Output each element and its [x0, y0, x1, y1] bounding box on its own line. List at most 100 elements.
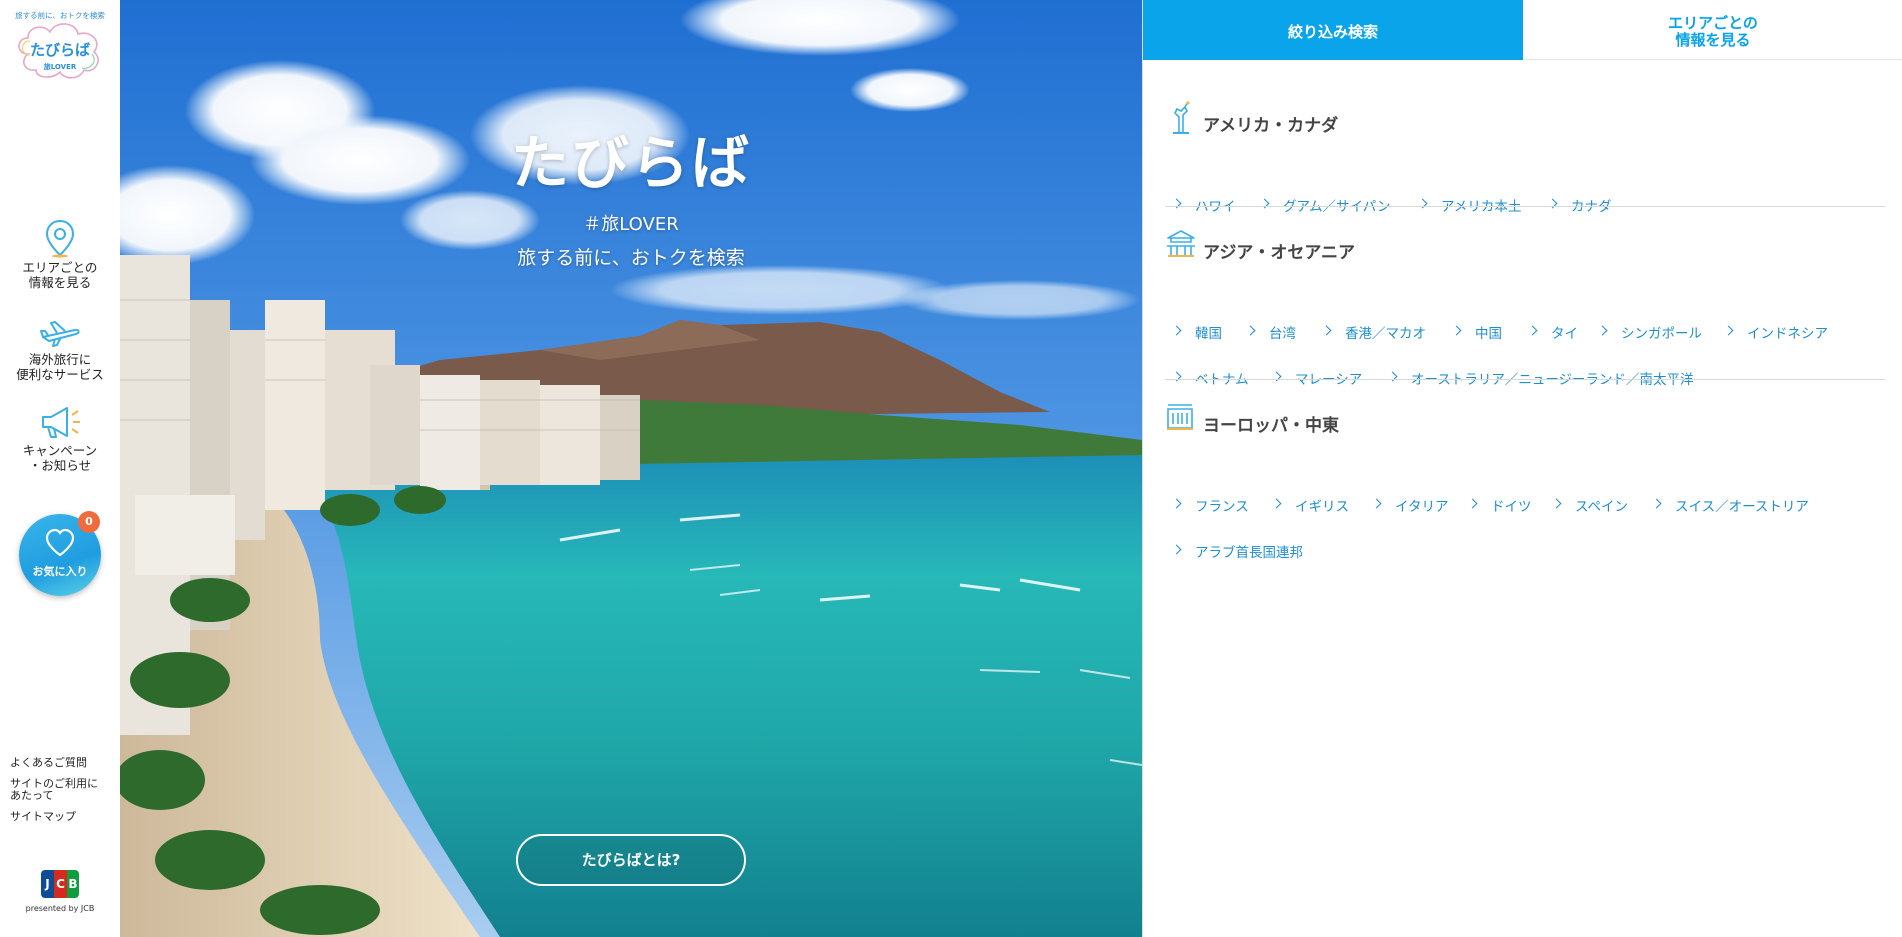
hero-hashtag: ＃旅LOVER — [583, 214, 679, 235]
link-us-mainland[interactable]: アメリカ本土 — [1417, 195, 1522, 215]
link-label: 韓国 — [1195, 326, 1222, 342]
logo-sub: 旅LOVER — [43, 63, 77, 71]
chevron-right-icon — [1723, 325, 1734, 336]
favorites-count-badge: 0 — [78, 511, 100, 533]
nav-area-info[interactable]: エリアごとの 情報を見る — [0, 218, 120, 290]
link-label: シンガポール — [1621, 326, 1702, 342]
link-thailand[interactable]: タイ — [1527, 322, 1578, 342]
nav-campaign-news[interactable]: キャンペーン ・お知らせ — [0, 403, 120, 473]
link-hongkong-macau[interactable]: 香港／マカオ — [1321, 322, 1426, 342]
link-label: マレーシア — [1295, 372, 1363, 388]
link-switzerland-austria[interactable]: スイス／オーストリア — [1651, 495, 1809, 515]
chevron-right-icon — [1371, 498, 1382, 509]
heart-icon — [45, 528, 75, 557]
region-header: ヨーロッパ・中東 — [1165, 401, 1885, 436]
link-label: ドイツ — [1491, 499, 1532, 515]
hero-subtitle: 旅する前に、おトクを検索 — [517, 247, 745, 269]
chevron-right-icon — [1271, 498, 1282, 509]
presented-by-text: presented by JCB — [25, 904, 95, 913]
sitemap-link[interactable]: サイトマップ — [10, 811, 115, 823]
airplane-icon — [40, 321, 80, 347]
panel-tabs: 絞り込み検索 エリアごとの 情報を見る — [1143, 0, 1902, 60]
link-spain[interactable]: スペイン — [1551, 495, 1628, 515]
left-sidebar: 旅する前に、おトクを検索 たびらば 旅LOVER エリアごとの 情報を見る 海外… — [0, 0, 120, 937]
link-label: ベトナム — [1195, 372, 1249, 388]
chevron-right-icon — [1245, 325, 1256, 336]
link-malaysia[interactable]: マレーシア — [1271, 368, 1363, 388]
region-asia-oceania: アジア・オセアニア 韓国 台湾 香港／マカオ 中国 タイ シンガポール インドネ… — [1165, 228, 1885, 388]
link-label: アラブ首長国連邦 — [1195, 545, 1303, 561]
jcb-letter-b: B — [67, 870, 79, 898]
region-header: アメリカ・カナダ — [1165, 101, 1885, 136]
site-usage-link[interactable]: サイトのご利用に あたって — [10, 778, 115, 802]
jcb-logo: J C B — [41, 870, 79, 898]
region-title: ヨーロッパ・中東 — [1203, 416, 1339, 436]
map-pin-icon — [45, 219, 75, 258]
link-korea[interactable]: 韓国 — [1171, 322, 1222, 342]
about-tabiraba-button[interactable]: たびらばとは? — [516, 834, 746, 886]
divider — [1165, 379, 1885, 380]
chevron-right-icon — [1597, 325, 1608, 336]
logo-title: たびらば — [29, 41, 90, 59]
hero-section: たびらば ＃旅LOVER 旅する前に、おトクを検索 たびらばとは? — [120, 0, 1142, 937]
link-label: イタリア — [1395, 499, 1449, 515]
chevron-right-icon — [1171, 325, 1182, 336]
link-italy[interactable]: イタリア — [1371, 495, 1449, 515]
footer-links: よくあるご質問 サイトのご利用に あたって サイトマップ — [10, 757, 115, 832]
link-hawaii[interactable]: ハワイ — [1171, 195, 1236, 215]
link-indonesia[interactable]: インドネシア — [1723, 322, 1828, 342]
chevron-right-icon — [1651, 498, 1662, 509]
chevron-right-icon — [1171, 498, 1182, 509]
megaphone-icon — [42, 407, 80, 438]
tab-filter-search[interactable]: 絞り込み検索 — [1143, 0, 1523, 60]
chevron-right-icon — [1551, 498, 1562, 509]
link-vietnam[interactable]: ベトナム — [1171, 368, 1249, 388]
tab-area-info[interactable]: エリアごとの 情報を見る — [1523, 0, 1902, 60]
link-uae[interactable]: アラブ首長国連邦 — [1171, 541, 1303, 561]
link-france[interactable]: フランス — [1171, 495, 1249, 515]
link-singapore[interactable]: シンガポール — [1597, 322, 1702, 342]
european-building-icon — [1167, 404, 1193, 430]
link-label: オーストラリア／ニュージーランド／南太平洋 — [1411, 372, 1694, 388]
jcb-presented[interactable]: J C B presented by JCB — [0, 870, 120, 913]
link-uk[interactable]: イギリス — [1271, 495, 1349, 515]
link-guam-saipan[interactable]: グアム／サイパン — [1259, 195, 1391, 215]
link-label: タイ — [1551, 326, 1578, 342]
jcb-letter-c: C — [54, 870, 67, 898]
link-label: イギリス — [1295, 499, 1349, 515]
asian-temple-icon — [1167, 230, 1195, 257]
region-title: アジア・オセアニア — [1203, 243, 1355, 263]
link-label: フランス — [1195, 499, 1249, 515]
favorites-label: お気に入り — [32, 565, 88, 578]
link-label: 香港／マカオ — [1345, 326, 1426, 342]
link-label: アメリカ本土 — [1441, 199, 1522, 215]
search-panel: 絞り込み検索 エリアごとの 情報を見る アメリカ・カナダ ハワイ グアム／サイパ… — [1142, 0, 1902, 937]
hero-title: たびらば — [510, 129, 751, 197]
link-label: インドネシア — [1747, 326, 1828, 342]
link-australia-nz-pacific[interactable]: オーストラリア／ニュージーランド／南太平洋 — [1387, 368, 1694, 388]
link-label: ハワイ — [1195, 199, 1236, 215]
tabiraba-logo[interactable]: 旅する前に、おトクを検索 たびらば 旅LOVER — [10, 8, 110, 88]
link-germany[interactable]: ドイツ — [1467, 495, 1532, 515]
jcb-letter-j: J — [41, 870, 54, 898]
logo-tagline: 旅する前に、おトクを検索 — [15, 11, 105, 20]
faq-link[interactable]: よくあるご質問 — [10, 757, 115, 769]
nav-travel-services[interactable]: 海外旅行に 便利なサービス — [0, 318, 120, 382]
region-america-canada: アメリカ・カナダ ハワイ グアム／サイパン アメリカ本土 カナダ — [1165, 101, 1885, 215]
link-label: カナダ — [1571, 199, 1612, 215]
region-header: アジア・オセアニア — [1165, 228, 1885, 263]
link-label: グアム／サイパン — [1283, 199, 1391, 215]
chevron-right-icon — [1467, 498, 1478, 509]
chevron-right-icon — [1321, 325, 1332, 336]
chevron-right-icon — [1171, 544, 1182, 555]
region-europe-middle-east: ヨーロッパ・中東 フランス イギリス イタリア ドイツ スペイン スイス／オース… — [1165, 401, 1885, 561]
link-label: スイス／オーストリア — [1675, 499, 1809, 515]
divider — [1165, 206, 1885, 207]
link-canada[interactable]: カナダ — [1547, 195, 1612, 215]
link-taiwan[interactable]: 台湾 — [1245, 322, 1296, 342]
link-china[interactable]: 中国 — [1451, 322, 1502, 342]
link-label: 台湾 — [1269, 326, 1296, 342]
chevron-right-icon — [1451, 325, 1462, 336]
nav-area-info-label: エリアごとの 情報を見る — [22, 260, 98, 290]
nav-campaign-news-label: キャンペーン ・お知らせ — [22, 443, 98, 473]
